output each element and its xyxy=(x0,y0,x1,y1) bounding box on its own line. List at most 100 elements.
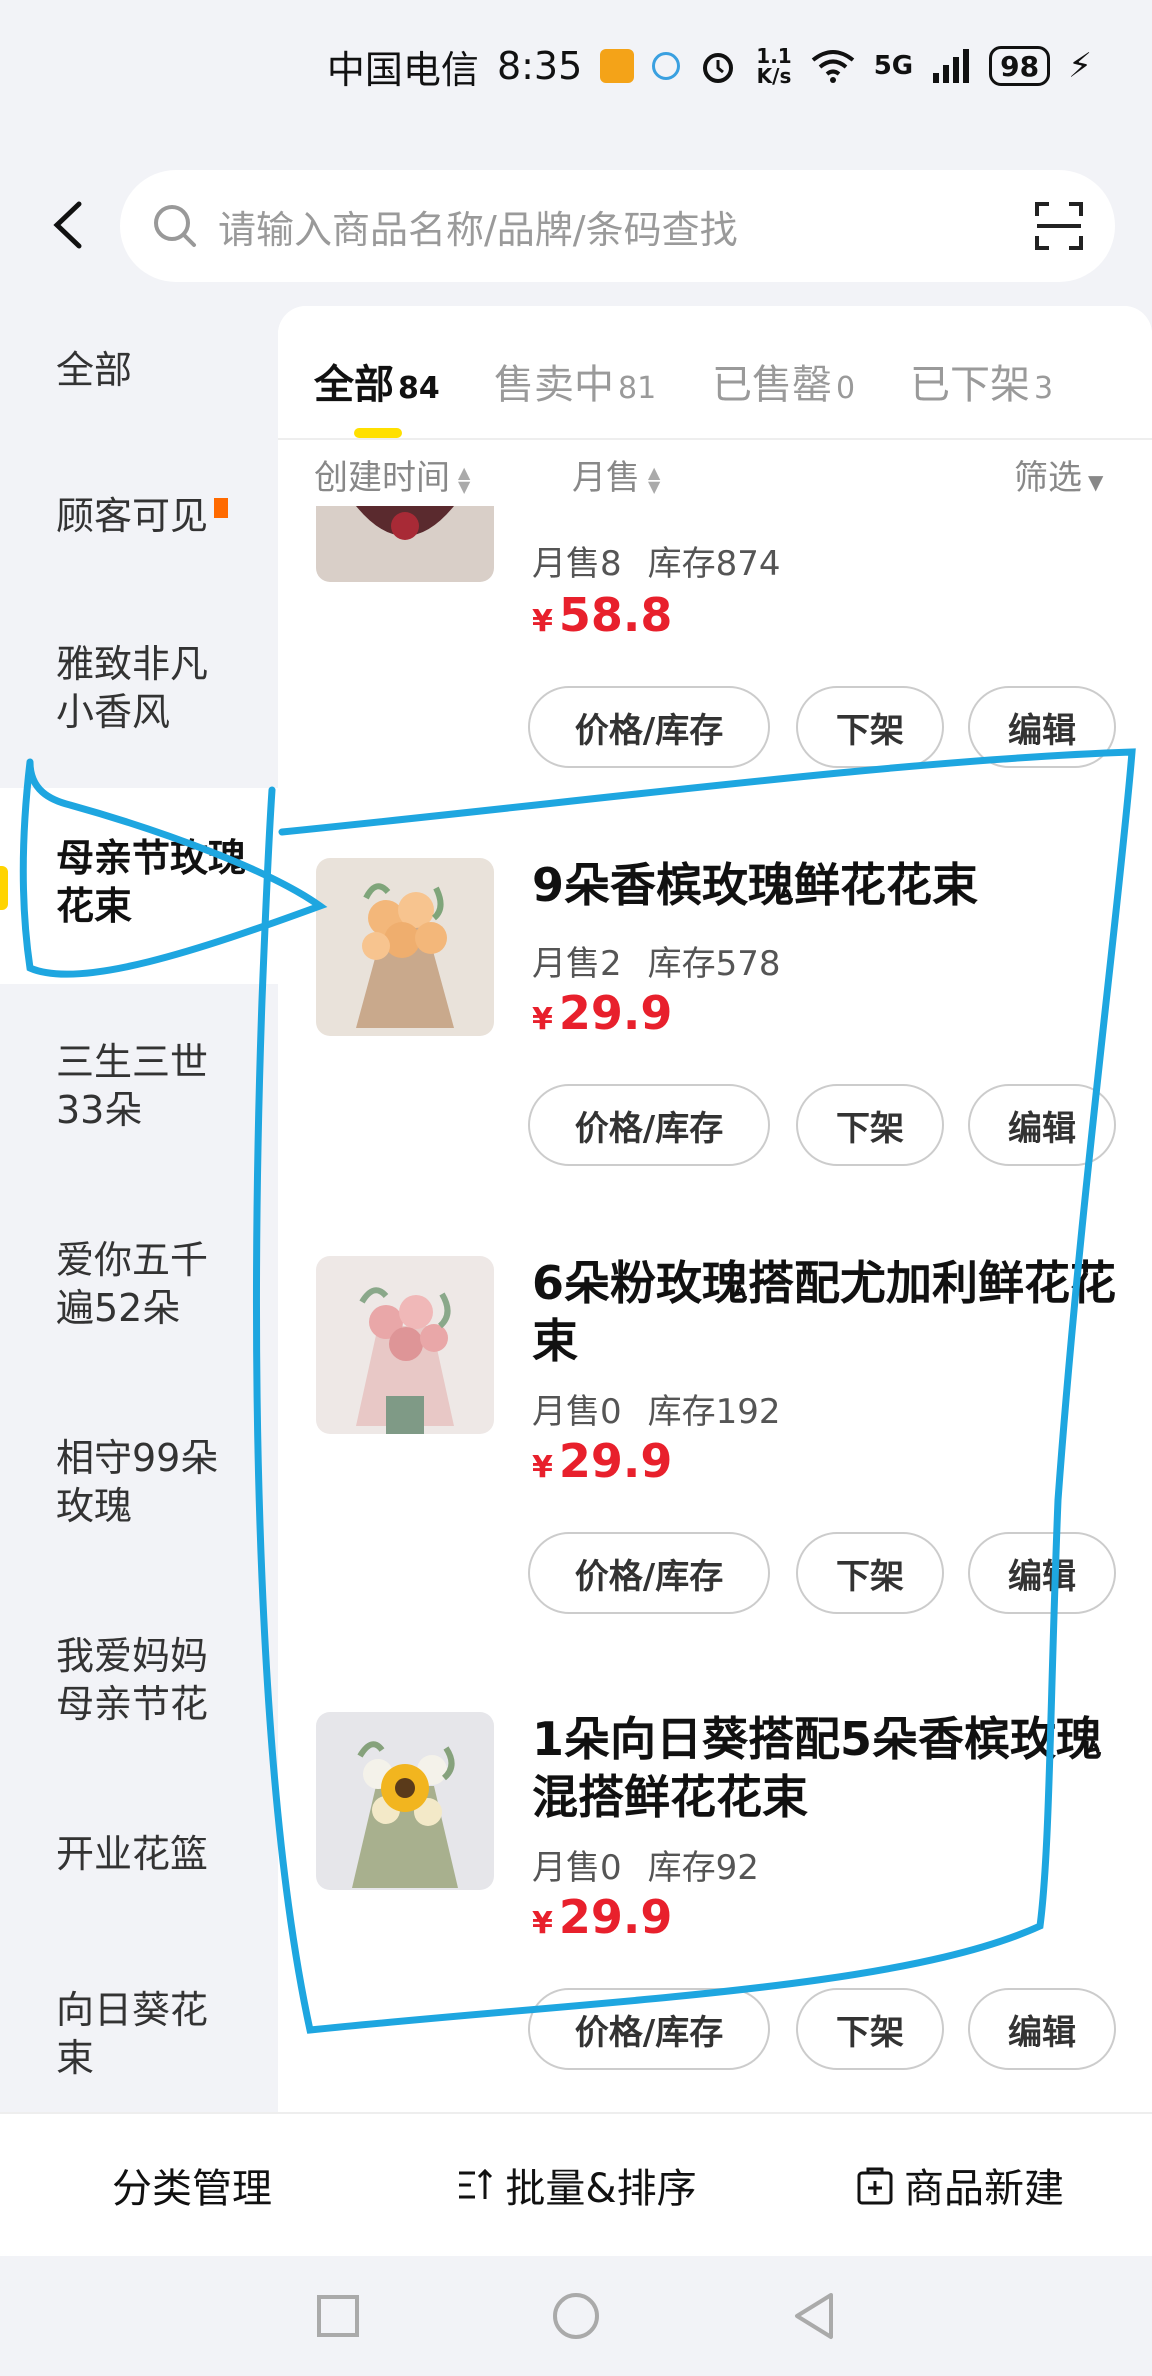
tab-label: 全部 xyxy=(314,362,394,408)
product-thumbnail[interactable] xyxy=(316,1712,494,1890)
network-type: 5G xyxy=(873,51,914,81)
monthly-sales: 月售8 xyxy=(532,544,622,584)
product-card[interactable]: 月售8 库存874 ¥58.8 价格/库存 下架 编辑 xyxy=(278,506,1152,786)
tab-sold-out[interactable]: 已售罄 0 xyxy=(712,352,855,410)
sort-label: 创建时间 xyxy=(314,458,450,498)
product-thumbnail[interactable] xyxy=(316,1256,494,1434)
batch-icon xyxy=(459,2168,493,2199)
price-stock-button[interactable]: 价格/库存 xyxy=(528,1084,770,1166)
sidebar-item-label: 雅致非凡小香风 xyxy=(56,642,209,734)
price-value: 29.9 xyxy=(558,986,673,1040)
back-button[interactable] xyxy=(38,190,98,260)
product-meta: 月售2 库存578 xyxy=(532,936,807,985)
stock-count: 库存92 xyxy=(647,1848,759,1888)
delist-button[interactable]: 下架 xyxy=(796,1084,944,1166)
price-value: 58.8 xyxy=(558,588,673,642)
stock-count: 库存578 xyxy=(647,944,781,984)
product-image xyxy=(316,1712,494,1890)
tab-all[interactable]: 全部 84 xyxy=(314,352,440,410)
sidebar-item-label: 母亲节玫瑰花束 xyxy=(56,836,247,928)
app-notification-icon xyxy=(600,49,635,83)
price-value: 29.9 xyxy=(558,1434,673,1488)
product-image xyxy=(316,1256,494,1434)
bookmark-icon xyxy=(214,498,229,518)
product-card[interactable]: 1朵向日葵搭配5朵香槟玫瑰混搭鲜花花束 月售0 库存92 ¥29.9 价格/库存 … xyxy=(278,1712,1152,2112)
product-panel: 月售8 库存874 ¥58.8 价格/库存 下架 编辑 9朵香槟玫瑰鲜花花束 月… xyxy=(278,306,1152,2112)
back-nav-icon[interactable] xyxy=(791,2291,837,2341)
tab-label: 已售罄 xyxy=(712,362,832,408)
product-name[interactable]: 6朵粉玫瑰搭配尤加利鲜花花束 xyxy=(532,1254,1122,1370)
sidebar-item-99[interactable]: 相守99朵玫瑰 xyxy=(0,1434,278,1530)
edit-button[interactable]: 编辑 xyxy=(968,1084,1116,1166)
sidebar-item-love-mom[interactable]: 我爱妈妈母亲节花 xyxy=(0,1632,278,1728)
product-name[interactable]: 9朵香槟玫瑰鲜花花束 xyxy=(532,856,1122,914)
delist-button[interactable]: 下架 xyxy=(796,1988,944,2070)
sidebar-item-label: 顾客可见 xyxy=(56,494,209,538)
chevron-left-icon xyxy=(53,201,82,249)
tab-on-sale[interactable]: 售卖中 81 xyxy=(494,352,656,410)
product-name[interactable]: 1朵向日葵搭配5朵香槟玫瑰混搭鲜花花束 xyxy=(532,1710,1122,1826)
sort-monthly-sales[interactable]: 月售 ▲ ▼ xyxy=(572,450,660,499)
sidebar-item-label: 三生三世33朵 xyxy=(56,1040,209,1132)
sort-label: 月售 xyxy=(572,458,640,498)
search-icon xyxy=(154,205,196,247)
sidebar-item-opening-basket[interactable]: 开业花篮 xyxy=(0,1830,278,1878)
sidebar-item-52[interactable]: 爱你五千遍52朵 xyxy=(0,1236,278,1332)
tab-label: 售卖中 xyxy=(494,362,614,408)
category-management-button[interactable]: 分类管理 xyxy=(0,2156,384,2214)
sidebar-item-label: 相守99朵玫瑰 xyxy=(56,1436,219,1528)
bottom-action-bar: 分类管理 批量&排序 商品新建 xyxy=(0,2112,1152,2256)
product-card[interactable]: 9朵香槟玫瑰鲜花花束 月售2 库存578 ¥29.9 价格/库存 下架 编辑 xyxy=(278,858,1152,1278)
sort-arrows-icon: ▲ ▼ xyxy=(458,462,471,496)
scan-icon[interactable] xyxy=(1033,200,1085,252)
product-thumbnail[interactable] xyxy=(316,506,494,582)
tab-delisted[interactable]: 已下架 3 xyxy=(910,352,1053,410)
price-value: 29.9 xyxy=(558,1890,673,1944)
sidebar-item-elegant[interactable]: 雅致非凡小香风 xyxy=(0,640,240,736)
sort-created-time[interactable]: 创建时间 ▲ ▼ xyxy=(314,450,470,499)
price-stock-button[interactable]: 价格/库存 xyxy=(528,686,770,768)
monthly-sales: 月售0 xyxy=(532,1392,622,1432)
sidebar-item-sunflower[interactable]: 向日葵花束 xyxy=(0,1986,278,2082)
sidebar-item-33[interactable]: 三生三世33朵 xyxy=(0,1038,278,1134)
signal-icon xyxy=(933,49,970,83)
batch-sort-button[interactable]: 批量&排序 xyxy=(384,2156,768,2214)
home-icon[interactable] xyxy=(551,2291,601,2341)
edit-button[interactable]: 编辑 xyxy=(968,686,1116,768)
currency-symbol: ¥ xyxy=(532,1906,553,1941)
system-navigation xyxy=(0,2256,1152,2376)
wifi-icon xyxy=(811,50,854,83)
delist-button[interactable]: 下架 xyxy=(796,1532,944,1614)
search-input[interactable]: 请输入商品名称/品牌/条码查找 xyxy=(120,170,1115,282)
active-indicator xyxy=(0,866,8,910)
battery-indicator: 98 xyxy=(989,46,1051,86)
speed-unit: K/s xyxy=(756,64,792,88)
recent-apps-icon[interactable] xyxy=(315,2293,361,2339)
sidebar-item-all[interactable]: 全部 xyxy=(0,346,278,394)
sidebar-item-label: 我爱妈妈母亲节花 xyxy=(56,1634,209,1726)
filter-button[interactable]: 筛选 ▼ xyxy=(1014,450,1103,499)
tab-indicator xyxy=(354,428,402,438)
edit-button[interactable]: 编辑 xyxy=(968,1532,1116,1614)
sidebar-item-label: 爱你五千遍52朵 xyxy=(56,1238,209,1330)
currency-symbol: ¥ xyxy=(532,1002,553,1037)
sidebar-item-customer-visible[interactable]: 顾客可见 xyxy=(0,492,278,540)
price-stock-button[interactable]: 价格/库存 xyxy=(528,1532,770,1614)
product-thumbnail[interactable] xyxy=(316,858,494,1036)
product-list: 月售8 库存874 ¥58.8 价格/库存 下架 编辑 9朵香槟玫瑰鲜花花束 月… xyxy=(278,306,1152,2112)
product-price: ¥29.9 xyxy=(532,1434,672,1488)
sidebar-item-mothers-day-roses[interactable]: 母亲节玫瑰花束 xyxy=(0,788,278,984)
charging-icon: ⚡ xyxy=(1068,46,1092,86)
product-price: ¥58.8 xyxy=(532,588,672,642)
button-label: 商品新建 xyxy=(904,2166,1064,2212)
price-stock-button[interactable]: 价格/库存 xyxy=(528,1988,770,2070)
sort-arrows-icon: ▲ ▼ xyxy=(648,462,661,496)
product-card[interactable]: 6朵粉玫瑰搭配尤加利鲜花花束 月售0 库存192 ¥29.9 价格/库存 下架 编… xyxy=(278,1256,1152,1716)
carrier-label: 中国电信 xyxy=(326,47,479,92)
currency-symbol: ¥ xyxy=(532,604,553,639)
new-product-button[interactable]: 商品新建 xyxy=(768,2156,1152,2214)
monthly-sales: 月售2 xyxy=(532,944,622,984)
delist-button[interactable]: 下架 xyxy=(796,686,944,768)
button-label: 分类管理 xyxy=(112,2166,272,2212)
edit-button[interactable]: 编辑 xyxy=(968,1988,1116,2070)
